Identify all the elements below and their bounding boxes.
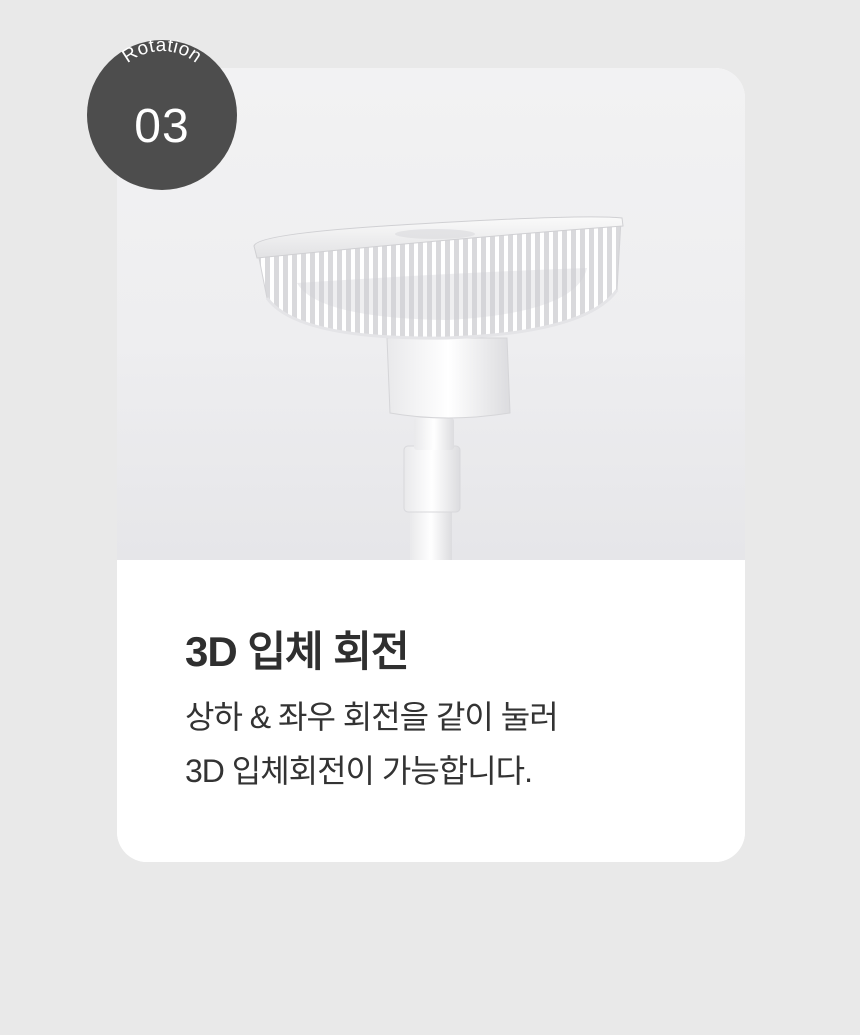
svg-text:Rotation: Rotation: [119, 40, 206, 68]
badge-number: 03: [134, 100, 190, 153]
rotation-badge: Rotation 03: [87, 40, 237, 190]
feature-title: 3D 입체 회전: [185, 628, 410, 675]
feature-description: 상하 & 좌우 회전을 같이 눌러 3D 입체회전이 가능합니다.: [185, 690, 559, 798]
description-line-1: 상하 & 좌우 회전을 같이 눌러: [185, 699, 559, 735]
description-line-2: 3D 입체회전이 가능합니다.: [185, 753, 533, 789]
badge-label: Rotation: [119, 40, 206, 68]
card-text-area: 3D 입체 회전 상하 & 좌우 회전을 같이 눌러 3D 입체회전이 가능합니…: [117, 560, 745, 862]
